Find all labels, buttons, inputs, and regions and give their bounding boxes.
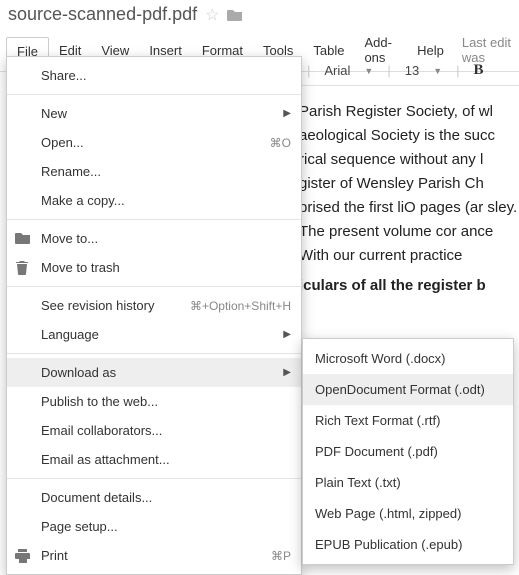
- submenu-arrow-icon: ▶: [283, 367, 291, 378]
- menu-item-print[interactable]: Print ⌘P: [7, 541, 301, 570]
- menu-item-label: Email collaborators...: [41, 423, 162, 438]
- chevron-down-icon[interactable]: ▼: [433, 66, 442, 76]
- chevron-down-icon[interactable]: ▼: [364, 66, 373, 76]
- menu-item-download-as[interactable]: Download as ▶: [7, 358, 301, 387]
- toolbar: | Arial ▼ | 13 ▼ | B: [299, 56, 519, 86]
- menu-item-label: Email as attachment...: [41, 452, 170, 467]
- menu-item-label: Language: [41, 327, 99, 342]
- folder-icon[interactable]: [227, 8, 243, 22]
- font-size-dropdown[interactable]: 13: [405, 63, 419, 78]
- submenu-item-label: Web Page (.html, zipped): [315, 506, 461, 521]
- star-icon[interactable]: ☆: [205, 5, 219, 25]
- submenu-item-epub[interactable]: EPUB Publication (.epub): [303, 529, 513, 560]
- shortcut-label: ⌘O: [270, 136, 291, 150]
- folder-icon: [15, 232, 33, 245]
- download-as-submenu: Microsoft Word (.docx) OpenDocument Form…: [302, 338, 514, 565]
- menu-item-rename[interactable]: Rename...: [7, 157, 301, 186]
- submenu-item-label: Microsoft Word (.docx): [315, 351, 446, 366]
- toolbar-separator: |: [387, 63, 390, 78]
- menu-separator: [7, 478, 301, 479]
- document-paragraph-bold: iculars of all the register b: [299, 274, 519, 298]
- menu-separator: [7, 353, 301, 354]
- menu-item-move-to-trash[interactable]: Move to trash: [7, 253, 301, 282]
- menu-item-open[interactable]: Open... ⌘O: [7, 128, 301, 157]
- menu-separator: [7, 94, 301, 95]
- menu-item-label: Move to trash: [41, 260, 120, 275]
- menu-item-revision-history[interactable]: See revision history ⌘+Option+Shift+H: [7, 291, 301, 320]
- submenu-item-pdf[interactable]: PDF Document (.pdf): [303, 436, 513, 467]
- menu-item-label: New: [41, 106, 67, 121]
- trash-icon: [15, 260, 33, 275]
- document-body[interactable]: Parish Register Society, of wl aeologica…: [289, 90, 519, 308]
- toolbar-separator: |: [307, 63, 310, 78]
- submenu-item-label: PDF Document (.pdf): [315, 444, 438, 459]
- menu-item-page-setup[interactable]: Page setup...: [7, 512, 301, 541]
- menu-item-label: Document details...: [41, 490, 152, 505]
- menu-item-new[interactable]: New ▶: [7, 99, 301, 128]
- submenu-item-label: Plain Text (.txt): [315, 475, 401, 490]
- menu-item-label: Move to...: [41, 231, 98, 246]
- menu-item-label: Publish to the web...: [41, 394, 158, 409]
- title-bar: source-scanned-pdf.pdf ☆: [0, 0, 519, 29]
- document-title[interactable]: source-scanned-pdf.pdf: [8, 4, 197, 25]
- menu-item-make-copy[interactable]: Make a copy...: [7, 186, 301, 215]
- menu-item-publish[interactable]: Publish to the web...: [7, 387, 301, 416]
- menu-item-email-attachment[interactable]: Email as attachment...: [7, 445, 301, 474]
- shortcut-label: ⌘+Option+Shift+H: [190, 299, 291, 313]
- shortcut-label: ⌘P: [271, 549, 291, 563]
- menu-item-move-to[interactable]: Move to...: [7, 224, 301, 253]
- menu-item-label: Make a copy...: [41, 193, 125, 208]
- document-paragraph: Parish Register Society, of wl aeologica…: [299, 100, 519, 268]
- menu-item-email-collaborators[interactable]: Email collaborators...: [7, 416, 301, 445]
- menu-item-share[interactable]: Share...: [7, 61, 301, 90]
- bold-button[interactable]: B: [474, 62, 484, 79]
- submenu-item-label: OpenDocument Format (.odt): [315, 382, 485, 397]
- submenu-item-odt[interactable]: OpenDocument Format (.odt): [303, 374, 513, 405]
- submenu-item-label: EPUB Publication (.epub): [315, 537, 462, 552]
- menu-item-language[interactable]: Language ▶: [7, 320, 301, 349]
- menu-item-label: Rename...: [41, 164, 101, 179]
- submenu-item-label: Rich Text Format (.rtf): [315, 413, 440, 428]
- submenu-item-rtf[interactable]: Rich Text Format (.rtf): [303, 405, 513, 436]
- menu-item-label: Download as: [41, 365, 116, 380]
- menu-item-label: Open...: [41, 135, 84, 150]
- menu-item-document-details[interactable]: Document details...: [7, 483, 301, 512]
- menu-item-label: Print: [41, 548, 68, 563]
- file-menu-dropdown: Share... New ▶ Open... ⌘O Rename... Make…: [6, 56, 302, 575]
- menu-separator: [7, 286, 301, 287]
- submenu-item-txt[interactable]: Plain Text (.txt): [303, 467, 513, 498]
- submenu-arrow-icon: ▶: [283, 329, 291, 340]
- menu-separator: [7, 219, 301, 220]
- font-dropdown[interactable]: Arial: [324, 63, 350, 78]
- menu-item-label: Share...: [41, 68, 87, 83]
- menu-item-label: Page setup...: [41, 519, 118, 534]
- toolbar-separator: |: [456, 63, 459, 78]
- menu-item-label: See revision history: [41, 298, 154, 313]
- print-icon: [15, 549, 33, 563]
- submenu-item-html[interactable]: Web Page (.html, zipped): [303, 498, 513, 529]
- submenu-arrow-icon: ▶: [283, 108, 291, 119]
- submenu-item-docx[interactable]: Microsoft Word (.docx): [303, 343, 513, 374]
